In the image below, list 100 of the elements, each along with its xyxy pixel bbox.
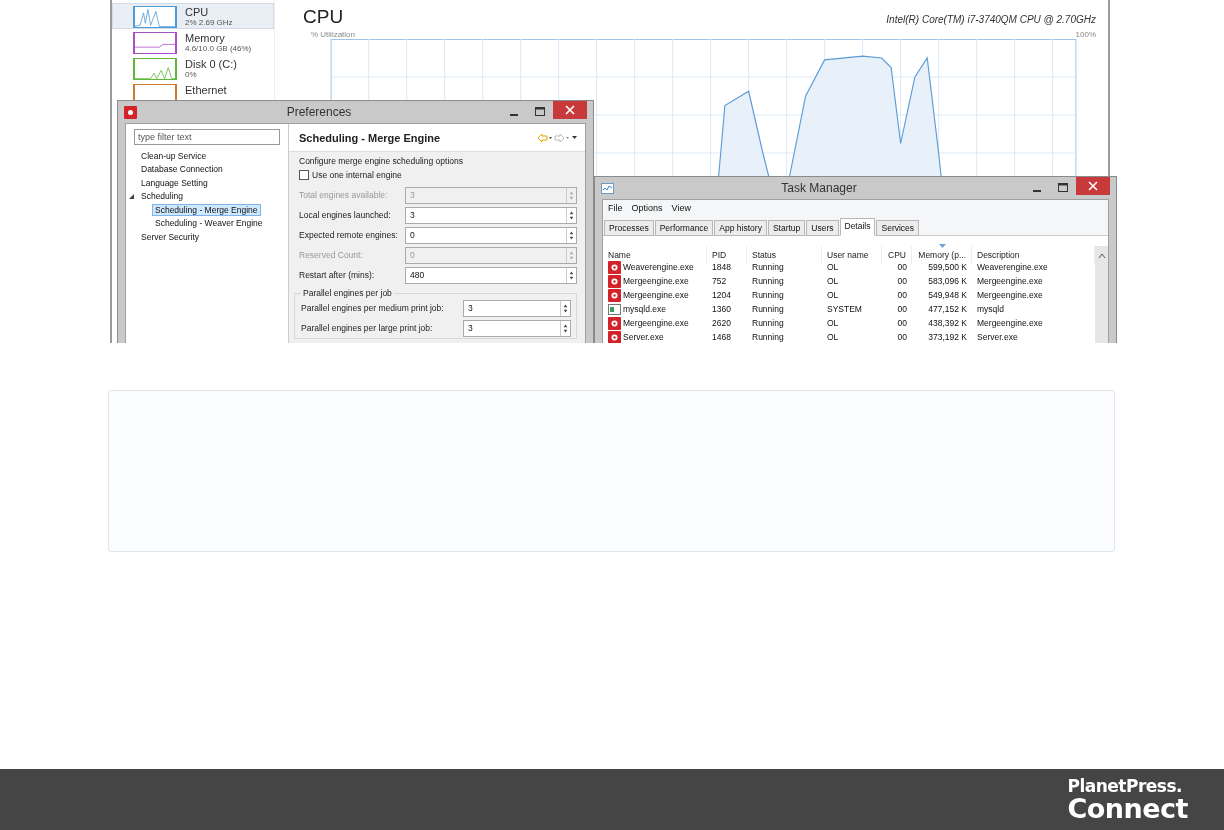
tree-item[interactable]: Server Security [138, 230, 203, 243]
gear-icon [608, 260, 621, 274]
usage-thumbnail-icon [133, 32, 177, 54]
field-label: Expected remote engines: [299, 230, 399, 240]
column-header[interactable]: Status [747, 246, 822, 264]
window-icon [608, 302, 621, 316]
sort-arrow-icon [938, 244, 946, 248]
spinner-arrows-icon[interactable] [560, 320, 570, 336]
window-title: Task Manager [780, 181, 858, 195]
tree-item[interactable]: Database Connection [138, 163, 226, 176]
tree-item[interactable]: Scheduling [138, 190, 187, 203]
gear-icon [608, 316, 621, 330]
field-label: Parallel engines per large print job: [301, 323, 434, 333]
resource-item[interactable]: Disk 0 (C:) 0% [112, 55, 274, 81]
table-cell-text: 583,096 K [927, 275, 968, 288]
usage-thumbnail-icon [133, 6, 177, 28]
table-cell-text: Running [751, 331, 785, 343]
resource-item[interactable]: Memory 4.6/10.0 GB (46%) [112, 29, 274, 55]
table-cell-text: Running [751, 261, 785, 274]
table-cell-text: 00 [896, 317, 908, 330]
tab[interactable]: Details [839, 218, 876, 236]
tab[interactable]: Startup [767, 220, 806, 236]
table-cell-text: mysqld [976, 303, 1005, 316]
spinner-arrows-icon[interactable] [566, 207, 576, 223]
usage-thumbnail-icon [133, 58, 177, 80]
tree-item[interactable]: Scheduling - Weaver Engine [152, 217, 266, 230]
resource-detail: 0% [185, 70, 198, 79]
resource-name: Ethernet [185, 84, 227, 96]
table-cell-text: 549,948 K [927, 289, 968, 302]
spinner-field[interactable]: 3 [405, 206, 577, 224]
tab[interactable]: Services [876, 220, 920, 236]
brand-logo: PlanetPress. Connect [1067, 777, 1188, 822]
menu-item[interactable]: File [608, 203, 623, 213]
resource-name: CPU [185, 6, 210, 18]
axis-label: % Utilization [311, 30, 355, 39]
app-icon [601, 181, 614, 195]
tree-item[interactable]: Scheduling - Merge Engine [152, 203, 261, 216]
tab[interactable]: App history [714, 220, 767, 236]
table-cell-text: 00 [896, 331, 908, 343]
resource-name: Memory [185, 32, 226, 44]
tree-item[interactable]: Clean-up Service [138, 149, 210, 162]
field-label: Reserved Count: [299, 250, 364, 260]
table-cell: mysqld.exe [603, 302, 707, 316]
table-cell-text: SYSTEM [826, 303, 863, 316]
column-header[interactable]: CPU [882, 246, 912, 264]
menu-item[interactable]: View [671, 203, 691, 213]
column-header[interactable]: User name [822, 246, 882, 264]
checkbox[interactable] [299, 170, 309, 180]
table-cell: Mergeengine.exe [603, 274, 707, 288]
table-cell-text: 752 [711, 275, 728, 288]
tab[interactable]: Users [806, 220, 839, 236]
table-cell-text: 00 [896, 261, 908, 274]
table-cell-text: 438,392 K [927, 317, 968, 330]
tree-item[interactable]: Language Setting [138, 176, 211, 189]
table-cell-text: 00 [896, 303, 908, 316]
field-label: Total engines available: [299, 190, 389, 200]
table-cell-text: 1468 [711, 331, 732, 343]
table-cell-text: 1848 [711, 261, 732, 274]
table-cell-text: 00 [896, 289, 908, 302]
tab[interactable]: Performance [654, 220, 714, 236]
close-icon[interactable] [1076, 177, 1110, 195]
resource-detail: 4.6/10.0 GB (46%) [185, 44, 252, 53]
spinner-field[interactable]: 480 [405, 266, 577, 284]
spinner-field[interactable]: 3 [463, 319, 571, 337]
expand-arrow-icon[interactable] [128, 192, 135, 200]
table-cell-text: Server.exe [976, 331, 1019, 343]
spinner-field[interactable]: 3 [463, 299, 571, 317]
close-icon[interactable] [553, 101, 587, 119]
table-cell: Mergeengine.exe [603, 316, 707, 330]
tab[interactable]: Processes [604, 220, 654, 236]
page-description: Configure merge engine scheduling options [299, 156, 464, 168]
table-cell-text: Mergeengine.exe [976, 275, 1044, 288]
field-label: Local engines launched: [299, 210, 392, 220]
table-cell-text: OL [826, 261, 840, 274]
navigation-arrows-icon[interactable] [537, 132, 577, 143]
spinner-field[interactable]: 0 [405, 226, 577, 244]
axis-max-label: 100% [1075, 30, 1096, 39]
scroll-up-icon[interactable] [1097, 252, 1106, 260]
resource-detail: 2% 2.69 GHz [185, 18, 233, 27]
processor-name: Intel(R) Core(TM) i7-3740QM CPU @ 2.70GHz [886, 14, 1096, 25]
table-cell: Server.exe [603, 330, 707, 343]
table-cell-text: 00 [896, 275, 908, 288]
spinner-arrows-icon[interactable] [560, 300, 570, 316]
table-cell-text: 1204 [711, 289, 732, 302]
spinner-arrows-icon[interactable] [566, 227, 576, 243]
spinner-arrows-icon[interactable] [566, 267, 576, 283]
table-cell-text: 1360 [711, 303, 732, 316]
gear-icon [608, 288, 621, 302]
page-title: Scheduling - Merge Engine [299, 131, 442, 144]
table-cell-text: 599,500 K [927, 261, 968, 274]
group-title: Parallel engines per job [302, 288, 393, 298]
menu-item[interactable]: Options [631, 203, 663, 213]
filter-field[interactable]: type filter text [134, 129, 280, 145]
checkbox-label: Use one internal engine [312, 170, 402, 180]
table-cell-text: 2620 [711, 317, 732, 330]
resource-item[interactable]: CPU 2% 2.69 GHz [112, 3, 274, 29]
column-header[interactable]: PID [707, 246, 747, 264]
column-header[interactable]: Memory (p... [912, 246, 972, 264]
app-icon [124, 105, 137, 119]
scrollbar[interactable] [1095, 246, 1108, 343]
